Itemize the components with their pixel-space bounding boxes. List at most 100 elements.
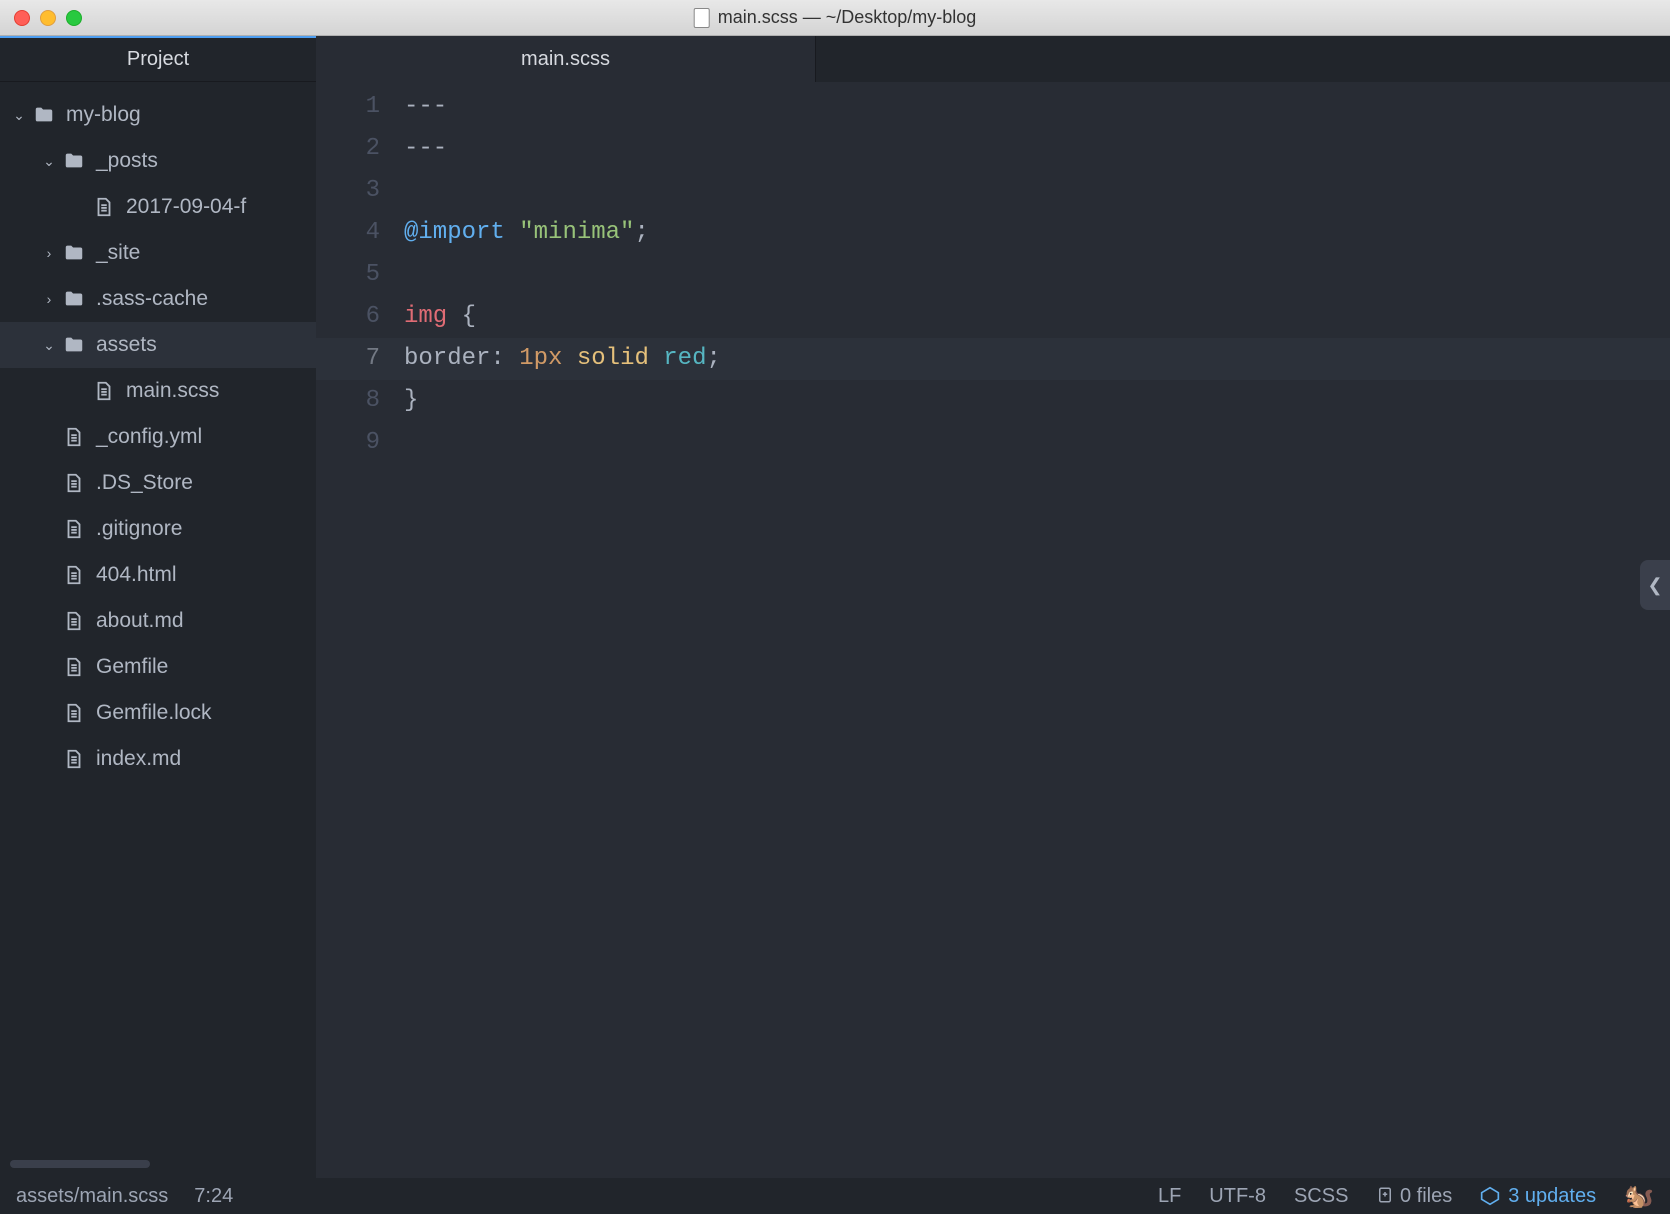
tree-item-label: _config.yml [96,425,202,449]
status-bar: assets/main.scss 7:24 LF UTF-8 SCSS 0 fi… [0,1178,1670,1214]
code-text: 1px [519,345,562,372]
sidebar: Project ⌄ my-blog ⌄ _posts 2017-09-04-f ›_sit… [0,36,316,1178]
code-text: "minima" [519,219,634,246]
tree-item-label: .gitignore [96,517,182,541]
tree-item--sass-cache[interactable]: › .sass-cache [0,276,316,322]
code-text: } [404,387,418,414]
close-window-button[interactable] [14,10,30,26]
window-title: main.scss — ~/Desktop/my-blog [694,7,977,28]
squirrel-icon[interactable]: 🐿️ [1624,1182,1654,1211]
tree-item-label: .DS_Store [96,471,193,495]
tree-item-main-scss[interactable]: main.scss [0,368,316,414]
tree-item-gemfile[interactable]: Gemfile [0,644,316,690]
status-cursor-position[interactable]: 7:24 [194,1185,233,1208]
tree-item-about-md[interactable]: about.md [0,598,316,644]
editor-body[interactable]: 123456789 --- --- @import "minima"; img … [316,82,1670,1178]
minimize-window-button[interactable] [40,10,56,26]
project-tab-label: Project [127,48,189,71]
folder-icon [62,149,86,173]
tree-item-label: Gemfile [96,655,168,679]
code-text [562,345,576,372]
status-grammar[interactable]: SCSS [1294,1185,1348,1208]
status-eol[interactable]: LF [1158,1185,1181,1208]
tree-item--posts[interactable]: ⌄ _posts [0,138,316,184]
code-text: @import [404,219,505,246]
chevron-right-icon[interactable]: › [40,291,58,307]
file-icon [62,425,86,449]
file-icon [62,655,86,679]
file-icon [92,379,116,403]
line-number[interactable]: 8 [316,380,398,422]
tree-item-my-blog[interactable]: ⌄ my-blog [0,92,316,138]
status-encoding[interactable]: UTF-8 [1209,1185,1266,1208]
line-number[interactable]: 9 [316,422,398,464]
line-number[interactable]: 2 [316,128,398,170]
window-title-text: main.scss — ~/Desktop/my-blog [718,7,977,28]
chevron-down-icon[interactable]: ⌄ [40,153,58,170]
code-text: ; [707,345,721,372]
tree-item-label: about.md [96,609,184,633]
tree-item-label: index.md [96,747,181,771]
line-number[interactable]: 3 [316,170,398,212]
tree-item-2017-09-04-f[interactable]: 2017-09-04-f [0,184,316,230]
tab-label: main.scss [521,48,610,71]
folder-icon [32,103,56,127]
file-icon [62,563,86,587]
tree-item-label: my-blog [66,103,141,127]
tree-item--site[interactable]: ›_site [0,230,316,276]
chevron-right-icon[interactable]: › [40,245,58,261]
tab-main-scss[interactable]: main.scss [316,36,816,82]
code-text: red [663,345,706,372]
tree-item-label: assets [96,333,157,357]
editor-pane: main.scss 123456789 --- --- @import "min… [316,36,1670,1178]
code-text: solid [577,345,649,372]
code-text: img [404,303,447,330]
tree-item-gemfile-lock[interactable]: Gemfile.lock [0,690,316,736]
chevron-down-icon[interactable]: ⌄ [40,337,58,354]
file-tree: ⌄my-blog⌄_posts2017-09-04-f›_site›.sass-… [0,82,316,782]
status-file-path[interactable]: assets/main.scss [16,1185,168,1208]
status-updates[interactable]: 3 updates [1480,1185,1596,1208]
line-number[interactable]: 4 [316,212,398,254]
code-text: ; [634,219,648,246]
folder-icon [62,241,86,265]
file-icon [62,609,86,633]
line-number[interactable]: 5 [316,254,398,296]
tree-item--config-yml[interactable]: _config.yml [0,414,316,460]
code-text: { [447,303,476,330]
file-icon [62,517,86,541]
code-text: --- [404,93,447,120]
tree-item-label: 2017-09-04-f [126,195,246,219]
tree-item-404-html[interactable]: 404.html [0,552,316,598]
document-icon [694,8,710,28]
line-number[interactable]: 7 [316,338,398,380]
side-panel-toggle[interactable]: ❮ [1640,560,1670,610]
tree-item--ds-store[interactable]: .DS_Store [0,460,316,506]
code-text: : [490,345,519,372]
line-number[interactable]: 6 [316,296,398,338]
chevron-left-icon: ❮ [1647,575,1662,596]
tree-item-assets[interactable]: ⌄ assets [0,322,316,368]
window-titlebar: main.scss — ~/Desktop/my-blog [0,0,1670,36]
sidebar-scrollbar[interactable] [10,1160,150,1168]
code-text [649,345,663,372]
file-icon [62,471,86,495]
tree-item-label: .sass-cache [96,287,208,311]
file-icon [62,701,86,725]
line-gutter: 123456789 [316,82,398,1178]
tab-bar: main.scss [316,36,1670,82]
chevron-down-icon[interactable]: ⌄ [10,107,28,124]
tree-item-label: Gemfile.lock [96,701,212,725]
line-number[interactable]: 1 [316,86,398,128]
file-icon [62,747,86,771]
tree-item-index-md[interactable]: index.md [0,736,316,782]
tree-item-label: main.scss [126,379,219,403]
tree-item--gitignore[interactable]: .gitignore [0,506,316,552]
code-text: --- [404,135,447,162]
status-git-files[interactable]: 0 files [1376,1185,1452,1208]
maximize-window-button[interactable] [66,10,82,26]
folder-icon [62,333,86,357]
code-area[interactable]: --- --- @import "minima"; img { border: … [398,82,1670,1178]
project-tab[interactable]: Project [0,36,316,82]
tree-item-label: _posts [96,149,158,173]
